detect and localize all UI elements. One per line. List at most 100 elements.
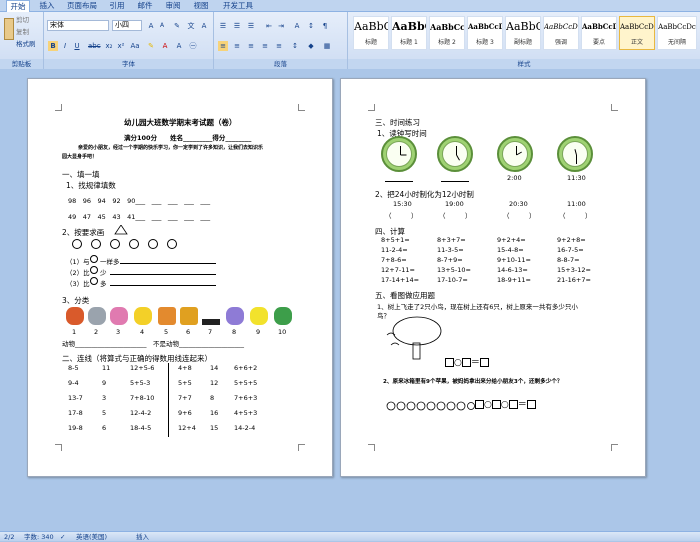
borders-icon[interactable]: ▦ (322, 41, 332, 51)
style-subtitle[interactable]: AaBbC 副标题 (505, 16, 541, 50)
paragraph-group-label: 段落 (214, 59, 347, 69)
style-heading-2[interactable]: AaBbCcD标题 2 (429, 16, 465, 50)
icecream-icon (158, 307, 176, 325)
tab-insert[interactable]: 插入 (36, 0, 58, 12)
style-emphasis[interactable]: AaBbCcDe 强调 (543, 16, 579, 50)
clear-format-icon[interactable]: ✎ (172, 21, 182, 31)
strikethrough-icon[interactable]: abc (88, 41, 101, 51)
page-title: 幼儿园大班数学期末考试题（卷） (124, 118, 237, 127)
font-size-combo[interactable]: 小四 (112, 20, 142, 31)
page-1[interactable]: 幼儿园大班数学期末考试题（卷） 满分100分 姓名_________得分____… (27, 78, 333, 477)
font-group-label: 字体 (44, 59, 213, 69)
font-color-icon[interactable]: A (160, 41, 170, 51)
match-cell: 19-8 (68, 424, 83, 432)
crop-mark (368, 444, 375, 451)
align-center-icon[interactable]: ≡ (232, 41, 242, 51)
style-heading-1[interactable]: AaBbC标题 1 (391, 16, 427, 50)
cut-button[interactable]: 剪切 (16, 14, 29, 24)
match-cell: 9+6 (178, 409, 192, 417)
align-left-icon[interactable]: ≡ (218, 41, 228, 51)
intro-line-2: 园大显身手吧！ (62, 154, 98, 160)
style-normal[interactable]: AaBbCcDc 正文 (619, 16, 655, 50)
char-shading-icon[interactable]: A (174, 41, 184, 51)
butterfly-icon (226, 307, 244, 325)
match-cell: 4+5+3 (234, 409, 258, 417)
bold-icon[interactable]: B (48, 41, 58, 51)
style-no-spacing[interactable]: AaBbCcDc 无间隔 (657, 16, 697, 50)
align-right-icon[interactable]: ≡ (246, 41, 256, 51)
calc-item: 9+10-11= (497, 256, 531, 264)
numbering-icon[interactable]: ☰ (232, 21, 242, 31)
font-group: 宋体 小四 A A ✎ 文 A B I U abc x₂ x² Aa ✎ A A… (44, 12, 214, 69)
tab-developer[interactable]: 开发工具 (220, 0, 256, 12)
picture-number: 9 (256, 328, 261, 336)
time-24h: 11:00 (567, 200, 586, 208)
copy-button[interactable]: 复制 (16, 26, 29, 36)
highlight-icon[interactable]: ✎ (146, 41, 156, 51)
picture-number: 3 (116, 328, 121, 336)
enclose-char-icon[interactable]: ㊀ (188, 41, 198, 51)
match-cell: 12 (210, 379, 219, 387)
clock-icon (557, 136, 593, 172)
picture-number: 8 (232, 328, 237, 336)
paragraph-group: ☰ ☰ ☰ ⇤ ⇥ A ↕ ¶ ≡ ≡ ≡ ≡ ≡ ↕ ◆ ▦ 段落 (214, 12, 348, 69)
underline-icon[interactable]: U (72, 41, 82, 51)
chinese-layout-icon[interactable]: A (292, 21, 302, 31)
section-1-1-heading: 1、找规律填数 (66, 181, 116, 190)
distribute-icon[interactable]: ≡ (274, 41, 284, 51)
clock-hour-hand (516, 151, 522, 156)
match-cell: 7+8-10 (130, 394, 155, 402)
compare-1-text: 一样多 (100, 258, 120, 266)
decrease-indent-icon[interactable]: ⇤ (264, 21, 274, 31)
circle-shape (148, 239, 158, 249)
match-cell: 14-2-4 (234, 424, 256, 432)
answer-line (385, 181, 413, 182)
clock-hour-hand (400, 154, 407, 156)
multilevel-list-icon[interactable]: ☰ (246, 21, 256, 31)
italic-icon[interactable]: I (60, 41, 70, 51)
line-spacing-icon[interactable]: ↕ (290, 41, 300, 51)
bullets-icon[interactable]: ☰ (218, 21, 228, 31)
justify-icon[interactable]: ≡ (260, 41, 270, 51)
calc-item: 11-2-4= (381, 246, 408, 254)
char-border-icon[interactable]: A (199, 21, 209, 31)
style-title[interactable]: AaBbC 标题 (353, 16, 389, 50)
tab-review[interactable]: 审阅 (162, 0, 184, 12)
style-strong[interactable]: AaBbCcDd要点 (581, 16, 617, 50)
match-cell: 12+4 (178, 424, 196, 432)
font-name-combo[interactable]: 宋体 (47, 20, 109, 31)
show-marks-icon[interactable]: ¶ (320, 21, 330, 31)
question-2: 2、原来冰箱里有9个苹果，被妈妈拿出来分给小朋友3个，还剩多少个？ (383, 379, 563, 385)
document-area[interactable]: 幼儿园大班数学期末考试题（卷） 满分100分 姓名_________得分____… (0, 69, 700, 531)
classification-answer-line: 动物______________________ 不是动物___________… (62, 340, 244, 348)
increase-indent-icon[interactable]: ⇥ (276, 21, 286, 31)
change-case-icon[interactable]: Aa (130, 41, 140, 51)
superscript-icon[interactable]: x² (116, 41, 126, 51)
compare-1-label: （1）与 (66, 258, 90, 266)
page-2[interactable]: 三、时间练习 1、读钟写时间 2:00 11:30 2、把24小时制化为12小时… (340, 78, 646, 477)
circle-shape (91, 239, 101, 249)
answer-line (110, 274, 216, 275)
shading-icon[interactable]: ◆ (306, 41, 316, 51)
tab-references[interactable]: 引用 (106, 0, 128, 12)
tab-page-layout[interactable]: 页面布局 (64, 0, 100, 12)
grow-font-icon[interactable]: A (146, 21, 156, 31)
compare-2-text: 少 (100, 269, 107, 277)
paste-icon[interactable] (4, 18, 14, 40)
clock-icon (437, 136, 473, 172)
match-cell: 12-4-2 (130, 409, 152, 417)
subscript-icon[interactable]: x₂ (104, 41, 114, 51)
tab-view[interactable]: 视图 (190, 0, 212, 12)
pencil-icon (202, 319, 220, 325)
sort-icon[interactable]: ↕ (306, 21, 316, 31)
match-cell: 4+8 (178, 364, 192, 372)
style-heading-3[interactable]: AaBbCcDd标题 3 (467, 16, 503, 50)
circle-shape (129, 239, 139, 249)
tab-mailings[interactable]: 邮件 (134, 0, 156, 12)
format-painter-button[interactable]: 格式刷 (16, 38, 36, 48)
candy-icon (110, 307, 128, 325)
phonetic-icon[interactable]: 文 (186, 21, 196, 31)
section-1-3-heading: 3、分类 (62, 296, 90, 305)
shrink-font-icon[interactable]: A (157, 21, 167, 31)
picture-number: 10 (278, 328, 287, 336)
